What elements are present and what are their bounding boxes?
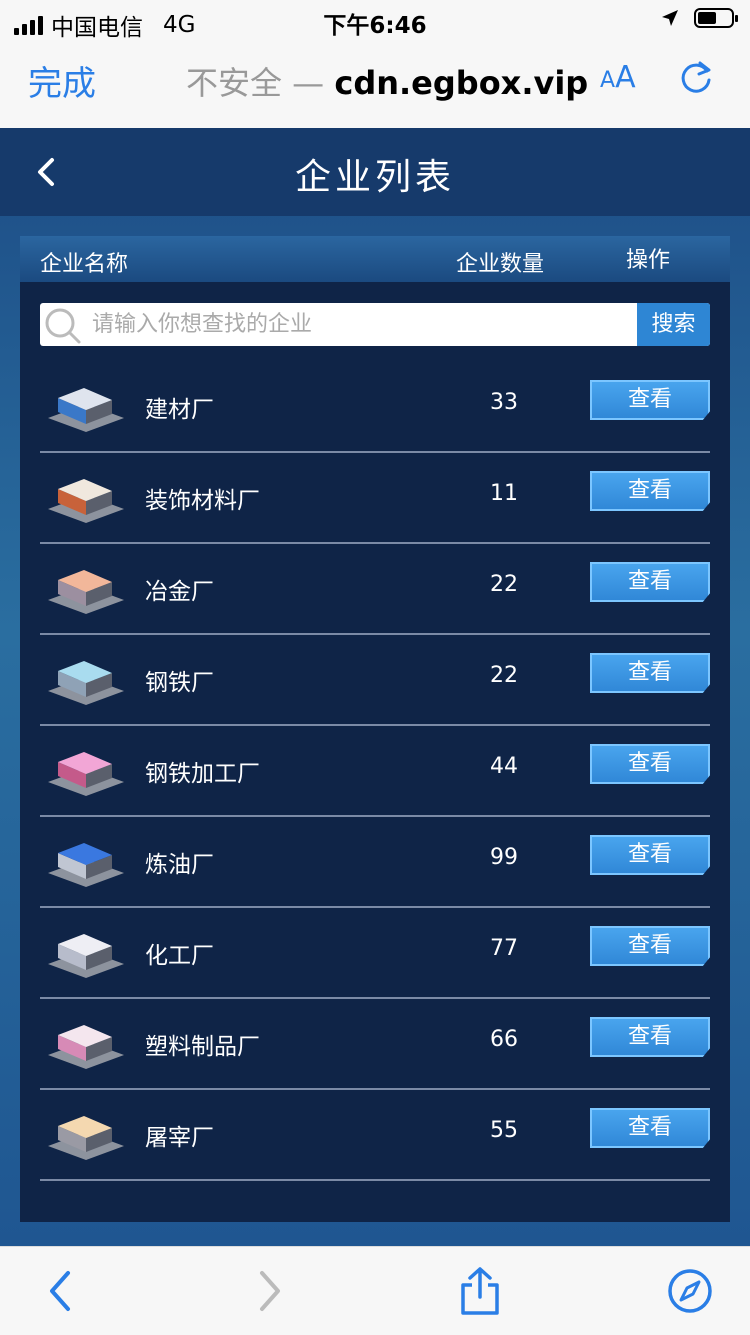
url-security-label: 不安全 — (186, 64, 335, 102)
enterprise-count: 22 (490, 572, 518, 597)
enterprise-name: 钢铁加工厂 (145, 761, 260, 787)
enterprise-name: 装饰材料厂 (145, 488, 260, 514)
battery-icon (694, 8, 738, 28)
list-item: 屠宰厂 55 查看 (40, 1090, 710, 1181)
building-materials-factory-icon (48, 388, 124, 432)
forward-icon[interactable] (254, 1269, 286, 1313)
status-time: 下午6:46 (323, 13, 427, 39)
enterprise-name: 化工厂 (145, 943, 214, 969)
url-domain: cdn.egbox.vip (334, 64, 589, 102)
search-bar: 搜索 (40, 303, 710, 346)
list-item: 炼油厂 99 查看 (40, 817, 710, 908)
list-item: 钢铁厂 22 查看 (40, 635, 710, 726)
view-button[interactable]: 查看 (590, 380, 710, 420)
list-item: 化工厂 77 查看 (40, 908, 710, 999)
browser-bottom-toolbar (0, 1246, 750, 1335)
app-header: 企业列表 (0, 128, 750, 216)
enterprise-name: 屠宰厂 (145, 1125, 214, 1151)
enterprise-panel: 企业名称 企业数量 操作 搜索 建材厂33查看装饰材料厂11查看冶金厂22查看钢… (20, 236, 730, 1222)
list-item: 建材厂 33 查看 (40, 362, 710, 453)
steel-factory-icon (48, 661, 124, 705)
enterprise-count: 77 (490, 936, 518, 961)
list-item: 装饰材料厂 11 查看 (40, 453, 710, 544)
browser-toolbar: 完成 不安全 — cdn.egbox.vip AA (0, 40, 750, 129)
list-item: 冶金厂 22 查看 (40, 544, 710, 635)
done-button[interactable]: 完成 (28, 56, 96, 105)
view-button[interactable]: 查看 (590, 1108, 710, 1148)
enterprise-count: 11 (490, 481, 518, 506)
view-button[interactable]: 查看 (590, 653, 710, 693)
address-bar[interactable]: 不安全 — cdn.egbox.vip (186, 58, 588, 104)
search-input[interactable] (92, 303, 632, 346)
reload-icon[interactable] (676, 58, 716, 98)
view-button[interactable]: 查看 (590, 744, 710, 784)
page-title: 企业列表 (294, 157, 455, 198)
status-right (660, 8, 738, 28)
back-icon[interactable] (44, 1269, 76, 1313)
chemical-plant-icon (48, 934, 124, 978)
enterprise-name: 塑料制品厂 (145, 1034, 260, 1060)
compass-icon[interactable] (666, 1267, 714, 1315)
enterprise-count: 33 (490, 390, 518, 415)
steel-processing-factory-icon (48, 752, 124, 796)
enterprise-list: 建材厂 33 查看 装饰材料厂 11 查看 冶金厂 22 查看 钢铁厂 22 查看 钢铁加工厂 44 查看炼… (40, 362, 710, 1181)
enterprise-count: 66 (490, 1027, 518, 1052)
view-button[interactable]: 查看 (590, 926, 710, 966)
text-size-button[interactable]: AA (600, 60, 636, 95)
enterprise-count: 22 (490, 663, 518, 688)
enterprise-name: 炼油厂 (145, 852, 214, 878)
enterprise-count: 44 (490, 754, 518, 779)
enterprise-name: 建材厂 (145, 397, 214, 423)
plastic-products-factory-icon (48, 1025, 124, 1069)
share-icon[interactable] (458, 1265, 502, 1317)
location-icon (662, 10, 678, 26)
slaughterhouse-icon (48, 1116, 124, 1160)
decoration-materials-factory-icon (48, 479, 124, 523)
search-icon (45, 308, 81, 344)
enterprise-count: 55 (490, 1118, 518, 1143)
status-bar: 中国电信 4G 下午6:46 (0, 0, 750, 41)
text-size-small-a: A (600, 68, 616, 93)
column-header-count: 企业数量 (456, 252, 545, 277)
metallurgy-factory-icon (48, 570, 124, 614)
view-button[interactable]: 查看 (590, 1017, 710, 1057)
column-header-action: 操作 (626, 248, 671, 273)
column-header-name: 企业名称 (40, 252, 129, 277)
text-size-large-a: A (615, 60, 636, 95)
view-button[interactable]: 查看 (590, 835, 710, 875)
enterprise-name: 冶金厂 (145, 579, 214, 605)
search-button[interactable]: 搜索 (637, 303, 710, 346)
table-header: 企业名称 企业数量 操作 (20, 236, 730, 282)
view-button[interactable]: 查看 (590, 562, 710, 602)
enterprise-count: 99 (490, 845, 518, 870)
list-item: 塑料制品厂 66 查看 (40, 999, 710, 1090)
view-button[interactable]: 查看 (590, 471, 710, 511)
oil-refinery-icon (48, 843, 124, 887)
web-content: 企业列表 企业名称 企业数量 操作 搜索 建材厂33查看装饰材料厂11查看冶金厂… (0, 128, 750, 1246)
list-item: 钢铁加工厂 44 查看 (40, 726, 710, 817)
enterprise-name: 钢铁厂 (145, 670, 214, 696)
